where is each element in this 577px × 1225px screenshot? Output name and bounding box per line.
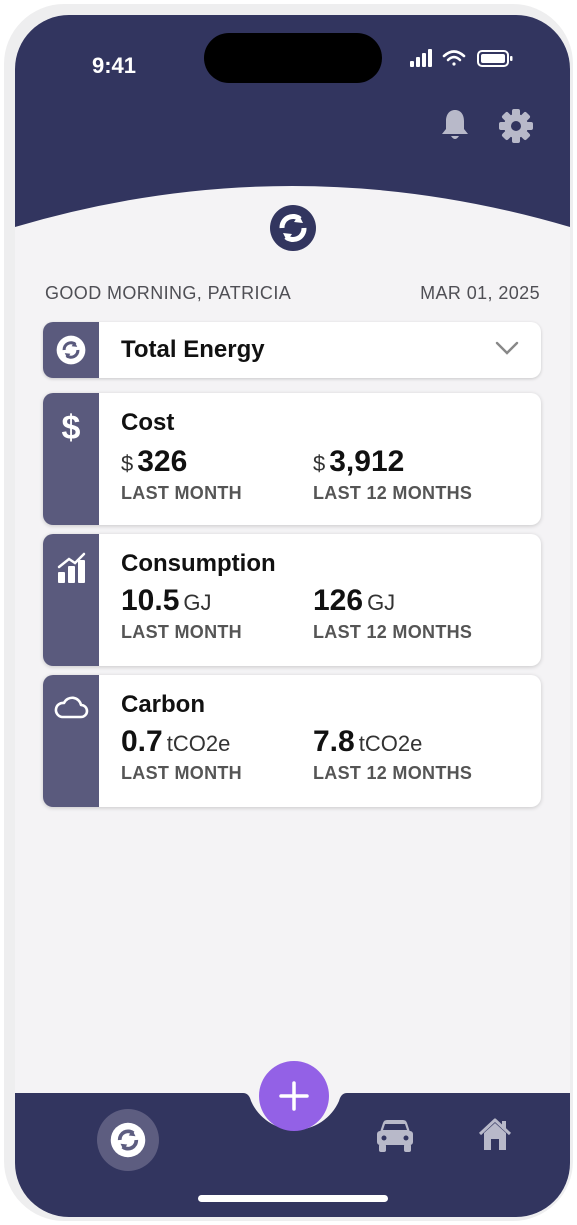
nav-energy-tab[interactable] bbox=[97, 1109, 159, 1171]
status-icons bbox=[410, 47, 530, 74]
carbon-last-12-months: 7.8 tCO2e LAST 12 MONTHS bbox=[313, 725, 472, 784]
stat-unit: GJ bbox=[183, 590, 212, 615]
stat-unit: GJ bbox=[367, 590, 396, 615]
status-time: 9:41 bbox=[92, 53, 137, 78]
stat-caption: LAST 12 MONTHS bbox=[313, 622, 473, 642]
card-title: Carbon bbox=[121, 691, 205, 718]
stat-value: 126 bbox=[313, 584, 364, 617]
device-frame: 9:41 GOOD MORNING, PATRICIA MAR 01, 2025… bbox=[4, 4, 573, 1221]
cost-last-month: $326 LAST MONTH bbox=[121, 445, 242, 504]
add-icon bbox=[279, 1081, 309, 1111]
stat-unit: tCO2e bbox=[358, 731, 423, 756]
stat-value: 10.5 bbox=[121, 584, 180, 617]
consumption-last-12-months: 126 GJ LAST 12 MONTHS bbox=[313, 584, 472, 643]
cloud-icon bbox=[54, 696, 89, 719]
card-side-panel bbox=[43, 534, 99, 666]
stat-caption: LAST 12 MONTHS bbox=[313, 483, 473, 503]
stat-caption: LAST MONTH bbox=[121, 763, 242, 783]
home-indicator bbox=[198, 1195, 388, 1202]
carbon-last-month: 0.7 tCO2e LAST MONTH bbox=[121, 725, 242, 784]
gear-icon[interactable] bbox=[499, 109, 533, 143]
stat-unit: tCO2e bbox=[166, 731, 231, 756]
signal-icon bbox=[410, 49, 432, 67]
screen: 9:41 GOOD MORNING, PATRICIA MAR 01, 2025… bbox=[15, 15, 570, 1217]
greeting-row: GOOD MORNING, PATRICIA MAR 01, 2025 bbox=[45, 283, 540, 304]
consumption-card[interactable]: Consumption 10.5 GJ LAST MONTH 126 GJ LAST… bbox=[43, 534, 541, 666]
energy-icon bbox=[110, 1122, 146, 1158]
card-title: Consumption bbox=[121, 550, 276, 577]
stat-value: 3,912 bbox=[329, 445, 405, 478]
consumption-last-month: 10.5 GJ LAST MONTH bbox=[121, 584, 242, 643]
currency-symbol: $ bbox=[313, 451, 326, 476]
chevron-down-icon bbox=[495, 341, 519, 355]
app-logo-icon bbox=[270, 205, 316, 251]
card-side-panel: $ bbox=[43, 393, 99, 525]
svg-text:$: $ bbox=[62, 409, 81, 445]
energy-type-selector[interactable]: Total Energy bbox=[43, 322, 541, 378]
stat-caption: LAST 12 MONTHS bbox=[313, 763, 473, 783]
card-side-panel bbox=[43, 675, 99, 807]
date-text: MAR 01, 2025 bbox=[420, 283, 540, 303]
wifi-icon bbox=[442, 50, 466, 66]
car-icon[interactable] bbox=[375, 1119, 415, 1153]
selector-icon-panel bbox=[43, 322, 99, 378]
carbon-card[interactable]: Carbon 0.7 tCO2e LAST MONTH 7.8 tCO2e LAST… bbox=[43, 675, 541, 807]
stat-caption: LAST MONTH bbox=[121, 483, 242, 503]
dynamic-island bbox=[204, 33, 382, 83]
battery-icon bbox=[477, 50, 513, 67]
stat-value: 326 bbox=[137, 445, 188, 478]
cost-card[interactable]: $ Cost $326 LAST MONTH $3,912 LAST 12 MO… bbox=[43, 393, 541, 525]
home-icon[interactable] bbox=[477, 1117, 513, 1153]
stat-value: 7.8 bbox=[313, 725, 355, 758]
add-button[interactable] bbox=[259, 1061, 329, 1131]
currency-symbol: $ bbox=[121, 451, 134, 476]
card-title: Cost bbox=[121, 409, 175, 436]
bell-icon[interactable] bbox=[439, 107, 471, 143]
energy-icon bbox=[56, 335, 86, 365]
cost-last-12-months: $3,912 LAST 12 MONTHS bbox=[313, 445, 472, 504]
greeting-text: GOOD MORNING, PATRICIA bbox=[45, 283, 292, 303]
stat-value: 0.7 bbox=[121, 725, 163, 758]
stat-caption: LAST MONTH bbox=[121, 622, 242, 642]
dollar-icon: $ bbox=[62, 409, 81, 445]
bar-chart-icon bbox=[57, 552, 86, 583]
selector-label: Total Energy bbox=[121, 336, 265, 363]
